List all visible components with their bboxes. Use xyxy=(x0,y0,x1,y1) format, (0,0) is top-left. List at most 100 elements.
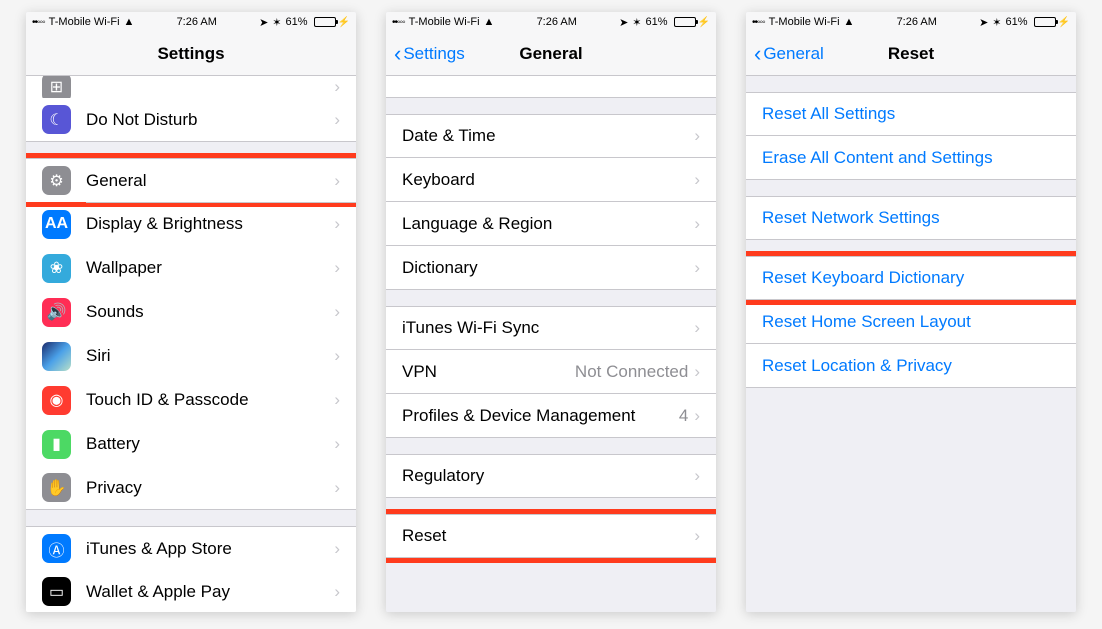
row-label: General xyxy=(86,171,334,191)
settings-group: Reset All Settings Erase All Content and … xyxy=(746,92,1076,180)
row-wallpaper[interactable]: ❀Wallpaper› xyxy=(26,246,356,290)
settings-group: iTunes Wi-Fi Sync›VPNNot Connected›Profi… xyxy=(386,306,716,438)
chevron-right-icon: › xyxy=(694,126,700,146)
chevron-right-icon: › xyxy=(334,77,340,97)
chevron-right-icon: › xyxy=(694,466,700,486)
row-label: Profiles & Device Management xyxy=(402,406,679,426)
signal-dots-icon: ••◦◦◦ xyxy=(392,17,405,28)
row-date-time[interactable]: Date & Time› xyxy=(386,114,716,158)
row-do-not-disturb[interactable]: ☾Do Not Disturb› xyxy=(26,98,356,142)
row-label: Keyboard xyxy=(402,170,694,190)
row-label: Reset xyxy=(402,526,694,546)
settings-group: Date & Time›Keyboard›Language & Region›D… xyxy=(386,114,716,290)
row-privacy[interactable]: ✋Privacy› xyxy=(26,466,356,510)
row-wallet-apple-pay[interactable]: ▭Wallet & Apple Pay› xyxy=(26,570,356,612)
row-item[interactable] xyxy=(386,76,716,98)
wifi-icon: ▲ xyxy=(484,16,495,28)
clock-label: 7:26 AM xyxy=(177,16,217,28)
bluetooth-icon: ✶ xyxy=(632,16,641,29)
row-reset-location-privacy[interactable]: Reset Location & Privacy xyxy=(746,344,1076,388)
row-reset-all-settings[interactable]: Reset All Settings xyxy=(746,92,1076,136)
signal-dots-icon: ••◦◦◦ xyxy=(752,17,765,28)
row-profiles-device-management[interactable]: Profiles & Device Management4› xyxy=(386,394,716,438)
row-label: Wallpaper xyxy=(86,258,334,278)
row-label: Erase All Content and Settings xyxy=(762,148,1060,168)
battery-pct: 61% xyxy=(1006,16,1028,28)
privacy-icon: ✋ xyxy=(42,473,71,502)
row-display-brightness[interactable]: AADisplay & Brightness› xyxy=(26,202,356,246)
wifi-icon: ▲ xyxy=(124,16,135,28)
chevron-right-icon: › xyxy=(694,362,700,382)
row-label: Reset All Settings xyxy=(762,104,1060,124)
chevron-right-icon: › xyxy=(334,539,340,559)
reset-list[interactable]: Reset All Settings Erase All Content and … xyxy=(746,76,1076,612)
row-label: Display & Brightness xyxy=(86,214,334,234)
row-vpn[interactable]: VPNNot Connected› xyxy=(386,350,716,394)
battery-icon: ⚡ xyxy=(312,17,350,28)
chevron-left-icon: ‹ xyxy=(394,43,401,65)
row-label: Siri xyxy=(86,346,334,366)
appstore-icon: Ⓐ xyxy=(42,534,71,563)
chevron-left-icon: ‹ xyxy=(754,43,761,65)
phone-reset: ••◦◦◦ T-Mobile Wi-Fi ▲ 7:26 AM ➤ ✶ 61% ⚡… xyxy=(746,12,1076,612)
page-title: Settings xyxy=(157,44,224,64)
row-reset-network-settings[interactable]: Reset Network Settings xyxy=(746,196,1076,240)
row-control-center[interactable]: ⊞Control Center› xyxy=(26,76,356,98)
carrier-label: T-Mobile Wi-Fi xyxy=(769,16,840,28)
chevron-right-icon: › xyxy=(334,390,340,410)
row-itunes-wi-fi-sync[interactable]: iTunes Wi-Fi Sync› xyxy=(386,306,716,350)
settings-group: Reset› xyxy=(386,514,716,558)
row-general[interactable]: ⚙General› xyxy=(26,158,356,202)
moon-icon: ☾ xyxy=(42,105,71,134)
battery-pct: 61% xyxy=(286,16,308,28)
row-reset-home-screen-layout[interactable]: Reset Home Screen Layout xyxy=(746,300,1076,344)
back-button[interactable]: ‹General xyxy=(754,43,824,65)
chevron-right-icon: › xyxy=(334,258,340,278)
chevron-right-icon: › xyxy=(334,582,340,602)
row-label: Date & Time xyxy=(402,126,694,146)
row-label: Privacy xyxy=(86,478,334,498)
row-regulatory[interactable]: Regulatory› xyxy=(386,454,716,498)
chevron-right-icon: › xyxy=(694,258,700,278)
general-list[interactable]: Date & Time›Keyboard›Language & Region›D… xyxy=(386,76,716,612)
row-keyboard[interactable]: Keyboard› xyxy=(386,158,716,202)
settings-group: Reset Network Settings xyxy=(746,196,1076,240)
battery-icon: ▮ xyxy=(42,430,71,459)
location-icon: ➤ xyxy=(619,16,628,29)
page-title: Reset xyxy=(888,44,934,64)
bluetooth-icon: ✶ xyxy=(272,16,281,29)
settings-group: ⊞Control Center›☾Do Not Disturb› xyxy=(26,76,356,142)
row-label: Battery xyxy=(86,434,334,454)
row-label: Touch ID & Passcode xyxy=(86,390,334,410)
row-detail: 4 xyxy=(679,406,688,426)
chevron-right-icon: › xyxy=(694,318,700,338)
row-dictionary[interactable]: Dictionary› xyxy=(386,246,716,290)
row-erase-all-content-and-settings[interactable]: Erase All Content and Settings xyxy=(746,136,1076,180)
row-detail: Not Connected xyxy=(575,362,688,382)
row-language-region[interactable]: Language & Region› xyxy=(386,202,716,246)
phone-settings: ••◦◦◦ T-Mobile Wi-Fi ▲ 7:26 AM ➤ ✶ 61% ⚡… xyxy=(26,12,356,612)
carrier-label: T-Mobile Wi-Fi xyxy=(49,16,120,28)
chevron-right-icon: › xyxy=(334,346,340,366)
row-itunes-app-store[interactable]: ⒶiTunes & App Store› xyxy=(26,526,356,570)
row-siri[interactable]: Siri› xyxy=(26,334,356,378)
row-sounds[interactable]: 🔊Sounds› xyxy=(26,290,356,334)
row-battery[interactable]: ▮ Battery› xyxy=(26,422,356,466)
siri-icon xyxy=(42,342,71,371)
settings-list[interactable]: ⊞Control Center›☾Do Not Disturb› ⚙General… xyxy=(26,76,356,612)
row-label: Sounds xyxy=(86,302,334,322)
row-label: Language & Region xyxy=(402,214,694,234)
row-label: Dictionary xyxy=(402,258,694,278)
row-reset[interactable]: Reset› xyxy=(386,514,716,558)
row-reset-keyboard-dictionary[interactable]: Reset Keyboard Dictionary xyxy=(746,256,1076,300)
location-icon: ➤ xyxy=(979,16,988,29)
row-label: iTunes & App Store xyxy=(86,539,334,559)
row-touch-id-passcode[interactable]: ◉Touch ID & Passcode› xyxy=(26,378,356,422)
signal-dots-icon: ••◦◦◦ xyxy=(32,17,45,28)
back-button[interactable]: ‹Settings xyxy=(394,43,465,65)
bluetooth-icon: ✶ xyxy=(992,16,1001,29)
settings-group: ⒶiTunes & App Store›▭Wallet & Apple Pay› xyxy=(26,526,356,612)
row-label: Wallet & Apple Pay xyxy=(86,582,334,602)
chevron-right-icon: › xyxy=(334,434,340,454)
carrier-label: T-Mobile Wi-Fi xyxy=(409,16,480,28)
